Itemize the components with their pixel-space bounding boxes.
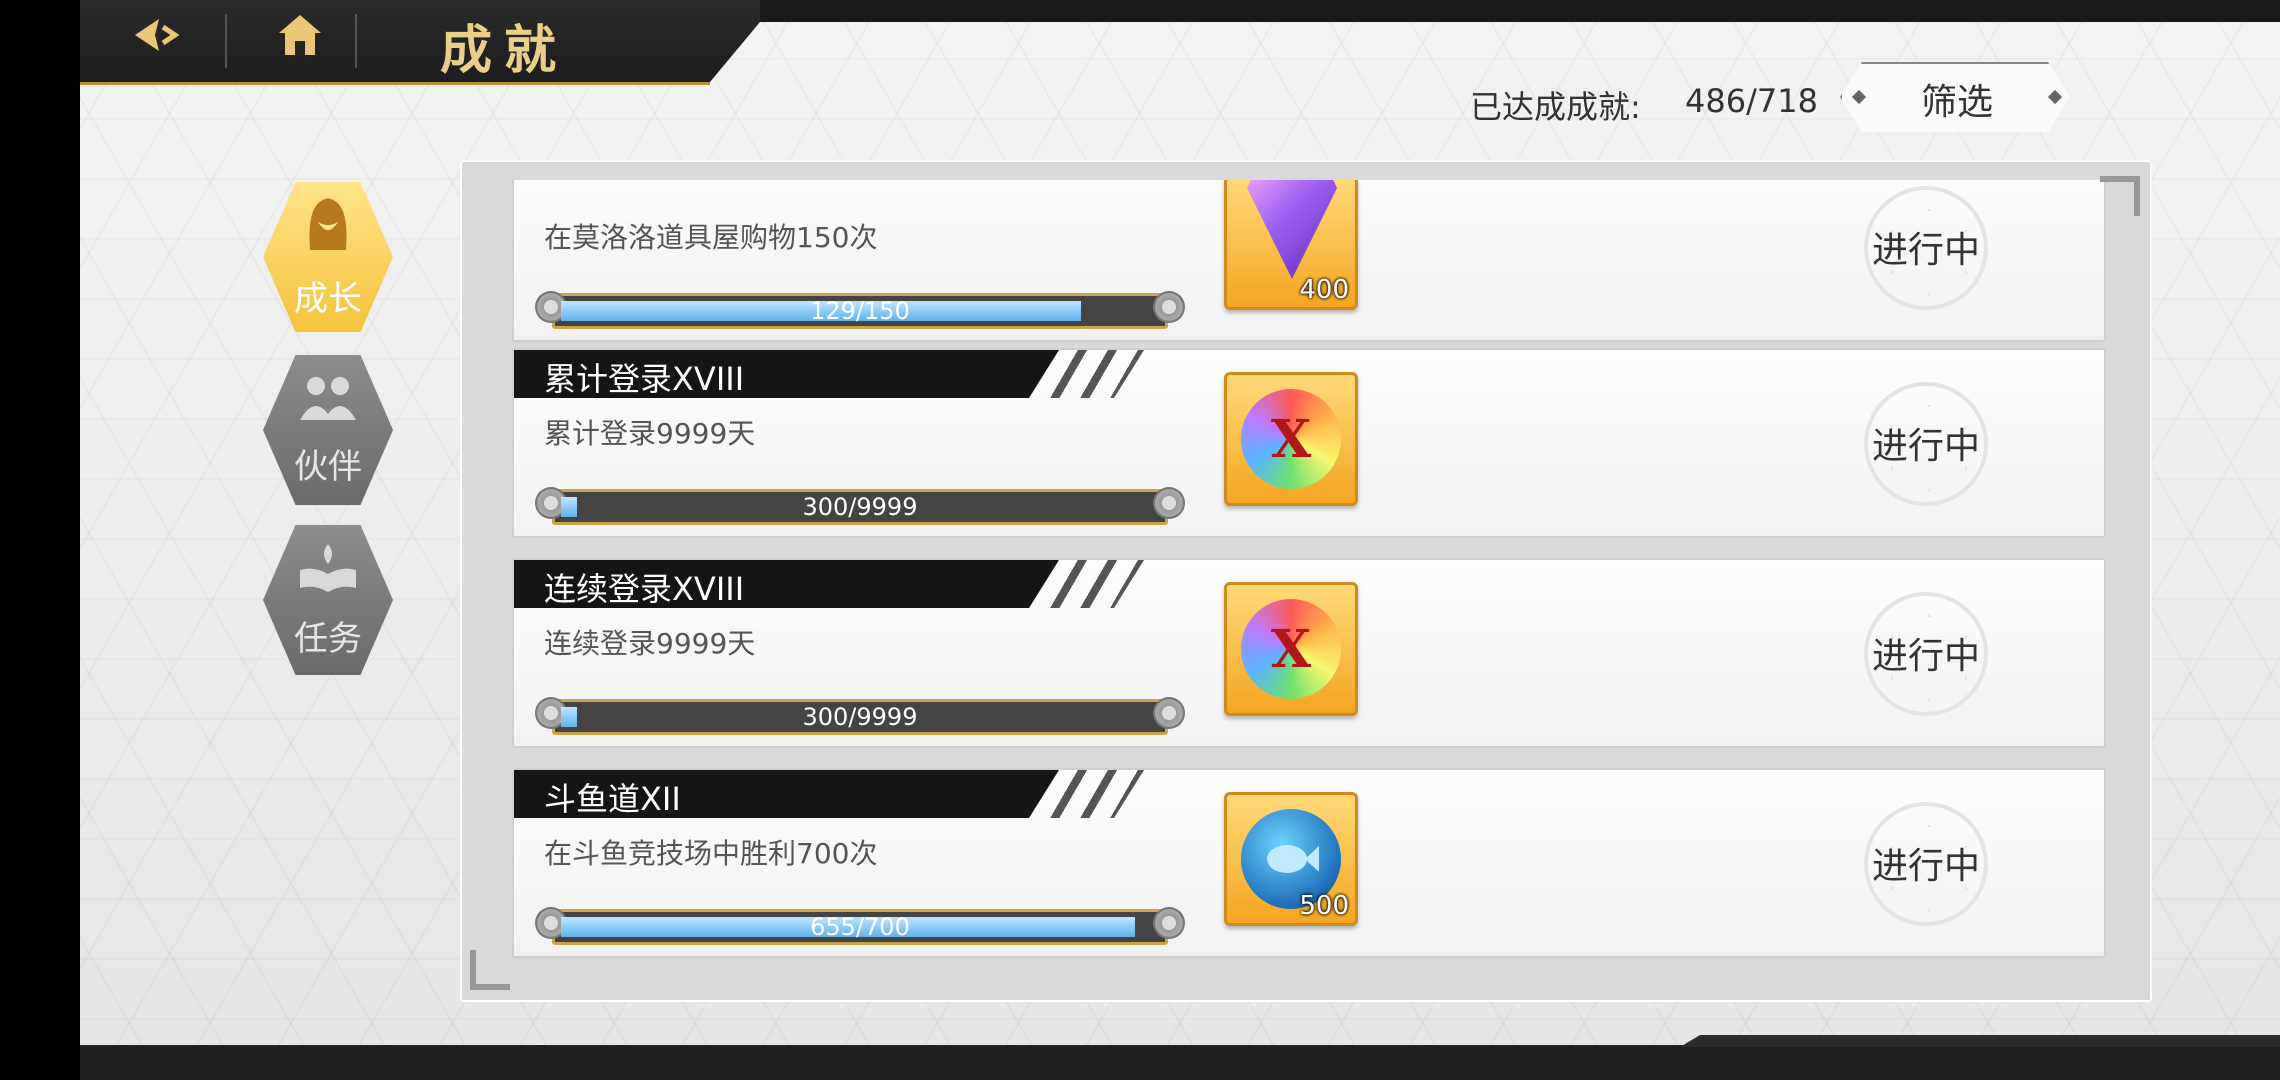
progress-text: 300/9999 — [802, 703, 918, 731]
gear-icon — [1153, 291, 1185, 323]
status-label: 进行中 — [1871, 426, 1980, 467]
status-area: 进行中 — [1864, 592, 1988, 716]
filter-button[interactable]: 筛选 — [1840, 62, 2070, 132]
bottom-bar — [80, 1035, 2280, 1080]
achievement-description: 在莫洛洛道具屋购物150次 — [544, 221, 878, 254]
open-book-flame-icon — [296, 540, 360, 603]
achievement-card: 斗鱼道XII 在斗鱼竞技场中胜利700次 655/700 500 进行中 — [512, 768, 2106, 958]
rainbow-x-medal-icon: X — [1241, 389, 1341, 489]
achievement-description: 连续登录9999天 — [544, 627, 756, 660]
title-plate-trim — [80, 82, 710, 85]
gear-icon — [1153, 697, 1185, 729]
reward-item[interactable]: 500 — [1224, 792, 1358, 926]
purple-crystal-icon — [1247, 180, 1337, 279]
reward-quantity: 500 — [1299, 891, 1349, 921]
diamond-icon — [2047, 89, 2063, 105]
achievement-title: 累计登录XVIII — [544, 360, 745, 398]
back-arrow-icon — [129, 15, 181, 65]
achievement-list[interactable]: 在莫洛洛道具屋购物150次 129/150 400 进行中 累计登录XVIII … — [512, 180, 2110, 965]
tab-task[interactable]: 任务 — [263, 525, 393, 675]
panel-corner — [2100, 176, 2140, 216]
panel-corner — [470, 950, 510, 990]
status-area: 进行中 — [1864, 382, 1988, 506]
progress-text: 300/9999 — [802, 493, 918, 521]
reward-item[interactable]: X — [1224, 582, 1358, 716]
achievement-title: 连续登录XVIII — [544, 570, 745, 608]
progress-bar: 655/700 — [535, 907, 1185, 945]
tab-label: 伙伴 — [294, 447, 362, 487]
hooded-figure-icon — [298, 194, 358, 263]
home-icon — [277, 13, 323, 67]
reward-item[interactable]: 400 — [1224, 180, 1358, 310]
partners-icon — [296, 372, 360, 431]
tab-label: 任务 — [294, 619, 362, 659]
reward-quantity: 400 — [1299, 275, 1349, 305]
progress-text: 655/700 — [810, 913, 910, 941]
progress-bar: 300/9999 — [535, 487, 1185, 525]
status-area: 进行中 — [1864, 186, 1988, 310]
progress-text: 129/150 — [810, 297, 910, 325]
status-label: 进行中 — [1871, 636, 1980, 677]
achievements-label: 已达成成就: — [1470, 88, 1641, 126]
status-area: 进行中 — [1864, 802, 1988, 926]
filter-label: 筛选 — [1920, 82, 1993, 123]
rainbow-x-medal-icon: X — [1241, 599, 1341, 699]
tab-partner[interactable]: 伙伴 — [263, 355, 393, 505]
tab-label: 成长 — [294, 279, 362, 319]
status-label: 进行中 — [1871, 230, 1980, 271]
reward-item[interactable]: X — [1224, 372, 1358, 506]
home-button[interactable] — [255, 10, 345, 70]
status-label: 进行中 — [1871, 846, 1980, 887]
page-title: 成就 — [440, 20, 569, 81]
progress-bar: 300/9999 — [535, 697, 1185, 735]
achievements-count: 486/718 — [1685, 82, 1818, 120]
bottom-bar-edge — [1680, 1035, 2280, 1047]
separator — [225, 14, 227, 68]
separator — [355, 14, 357, 68]
achievement-card: 累计登录XVIII 累计登录9999天 300/9999 X 进行中 — [512, 348, 2106, 538]
back-button[interactable] — [110, 10, 200, 70]
gear-icon — [1153, 907, 1185, 939]
gear-icon — [1153, 487, 1185, 519]
achievement-card: 在莫洛洛道具屋购物150次 129/150 400 进行中 — [512, 180, 2106, 342]
achievement-description: 累计登录9999天 — [544, 417, 756, 450]
achievement-description: 在斗鱼竞技场中胜利700次 — [544, 837, 878, 870]
tab-growth[interactable]: 成长 — [263, 182, 393, 332]
progress-bar: 129/150 — [535, 291, 1185, 329]
achievement-screen: 成就 已达成成就: 486/718 筛选 成长 伙伴 任务 在莫洛洛道具屋购物1… — [80, 0, 2280, 1080]
diamond-icon — [1851, 89, 1867, 105]
achievement-title: 斗鱼道XII — [544, 780, 681, 818]
achievement-card: 连续登录XVIII 连续登录9999天 300/9999 X 进行中 — [512, 558, 2106, 748]
